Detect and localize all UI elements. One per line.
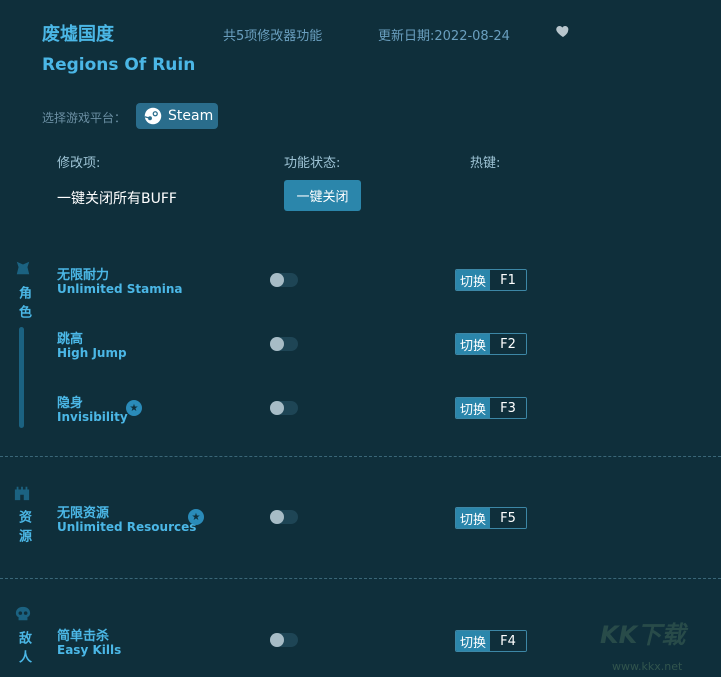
steam-label: Steam bbox=[168, 108, 214, 124]
switch-label[interactable]: 切换 bbox=[456, 270, 491, 290]
update-date: 更新日期:2022-08-24 bbox=[378, 29, 510, 44]
steam-platform-button[interactable]: Steam bbox=[136, 103, 218, 129]
mod-name-cn: 无限耐力 bbox=[57, 268, 110, 283]
mod-name-cn: 简单击杀 bbox=[57, 629, 110, 644]
hotkey-unlimited-stamina[interactable]: 切换 F1 bbox=[455, 269, 528, 291]
platform-label: 选择游戏平台： bbox=[42, 111, 127, 125]
switch-label[interactable]: 切换 bbox=[456, 334, 491, 354]
hotkey-high-jump[interactable]: 切换 F2 bbox=[455, 333, 528, 355]
hotkey-key[interactable]: F5 bbox=[490, 508, 527, 528]
game-title-en: Regions Of Ruin bbox=[42, 55, 196, 75]
column-status: 功能状态: bbox=[284, 156, 341, 171]
category-scroll-indicator bbox=[19, 327, 24, 428]
castle-icon bbox=[14, 486, 30, 501]
column-mod: 修改项: bbox=[57, 156, 101, 171]
category-label-enemies: 敌人 bbox=[16, 631, 31, 669]
hotkey-key[interactable]: F1 bbox=[490, 270, 527, 290]
mod-name-cn: 跳高 bbox=[57, 332, 84, 347]
hotkey-key[interactable]: F4 bbox=[490, 631, 527, 651]
section-divider bbox=[0, 456, 721, 457]
watermark-url: www.kkx.net bbox=[612, 660, 683, 673]
skull-icon bbox=[15, 606, 31, 621]
close-all-buff-label: 一键关闭所有BUFF bbox=[57, 191, 177, 207]
hotkey-key[interactable]: F3 bbox=[490, 398, 527, 418]
section-divider bbox=[0, 578, 721, 579]
mod-name-en: Invisibility bbox=[57, 410, 128, 424]
mod-name-en: Unlimited Resources bbox=[57, 520, 197, 534]
mod-name-en: Easy Kills bbox=[57, 643, 122, 657]
toggle-unlimited-resources[interactable] bbox=[270, 510, 298, 524]
category-label-character: 角色 bbox=[16, 286, 31, 324]
column-hotkey: 热键: bbox=[470, 156, 501, 171]
star-icon: ★ bbox=[188, 509, 204, 525]
hotkey-invisibility[interactable]: 切换 F3 bbox=[455, 397, 528, 419]
toggle-easy-kills[interactable] bbox=[270, 633, 298, 647]
hotkey-unlimited-resources[interactable]: 切换 F5 bbox=[455, 507, 528, 529]
heart-icon[interactable] bbox=[555, 23, 571, 39]
mod-name-en: High Jump bbox=[57, 346, 127, 360]
feature-count: 共5项修改器功能 bbox=[223, 29, 323, 44]
toggle-unlimited-stamina[interactable] bbox=[270, 273, 298, 287]
toggle-high-jump[interactable] bbox=[270, 337, 298, 351]
game-title-cn: 废墟国度 bbox=[42, 24, 114, 45]
hotkey-key[interactable]: F2 bbox=[490, 334, 527, 354]
star-icon: ★ bbox=[126, 400, 142, 416]
toggle-invisibility[interactable] bbox=[270, 401, 298, 415]
switch-label[interactable]: 切换 bbox=[456, 631, 491, 651]
mod-name-cn: 隐身 bbox=[57, 396, 84, 411]
character-icon bbox=[16, 261, 30, 275]
hotkey-easy-kills[interactable]: 切换 F4 bbox=[455, 630, 528, 652]
switch-label[interactable]: 切换 bbox=[456, 508, 491, 528]
category-label-resources: 资源 bbox=[16, 510, 31, 548]
mod-name-en: Unlimited Stamina bbox=[57, 282, 183, 296]
close-all-button[interactable]: 一键关闭 bbox=[284, 180, 361, 211]
steam-icon bbox=[144, 107, 162, 125]
switch-label[interactable]: 切换 bbox=[456, 398, 491, 418]
mod-name-cn: 无限资源 bbox=[57, 506, 110, 521]
watermark-logo: KK下载 bbox=[600, 621, 686, 649]
